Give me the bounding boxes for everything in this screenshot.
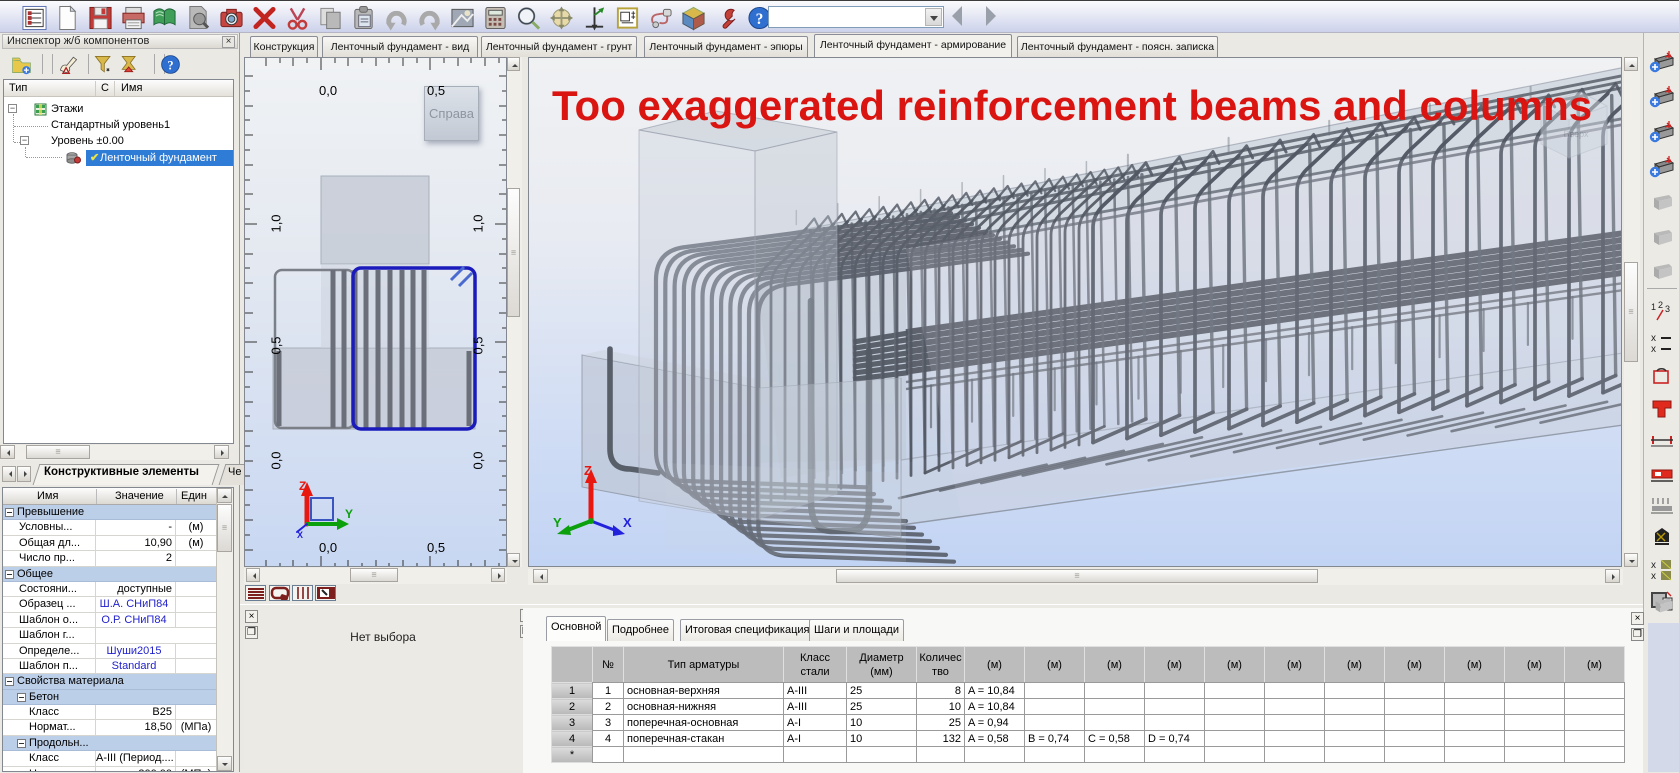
svg-text:x: x [1651, 344, 1656, 355]
svg-text:Y: Y [345, 507, 353, 521]
svg-text:2: 2 [1658, 300, 1663, 310]
svg-text:Z: Z [299, 479, 306, 493]
svg-text:Y: Y [553, 515, 562, 530]
svg-text:?: ? [756, 11, 764, 28]
svg-text:X: X [623, 515, 632, 530]
svg-text:1: 1 [1651, 302, 1656, 312]
svg-text:X: X [297, 530, 303, 540]
svg-text:x: x [1651, 333, 1656, 344]
svg-text:x: x [1651, 571, 1656, 582]
svg-text:Вверх: Вверх [1563, 129, 1589, 139]
svg-text:x: x [1651, 560, 1656, 571]
svg-text:?: ? [167, 58, 173, 72]
svg-text:Z: Z [584, 463, 592, 478]
svg-text:3: 3 [1665, 304, 1670, 314]
